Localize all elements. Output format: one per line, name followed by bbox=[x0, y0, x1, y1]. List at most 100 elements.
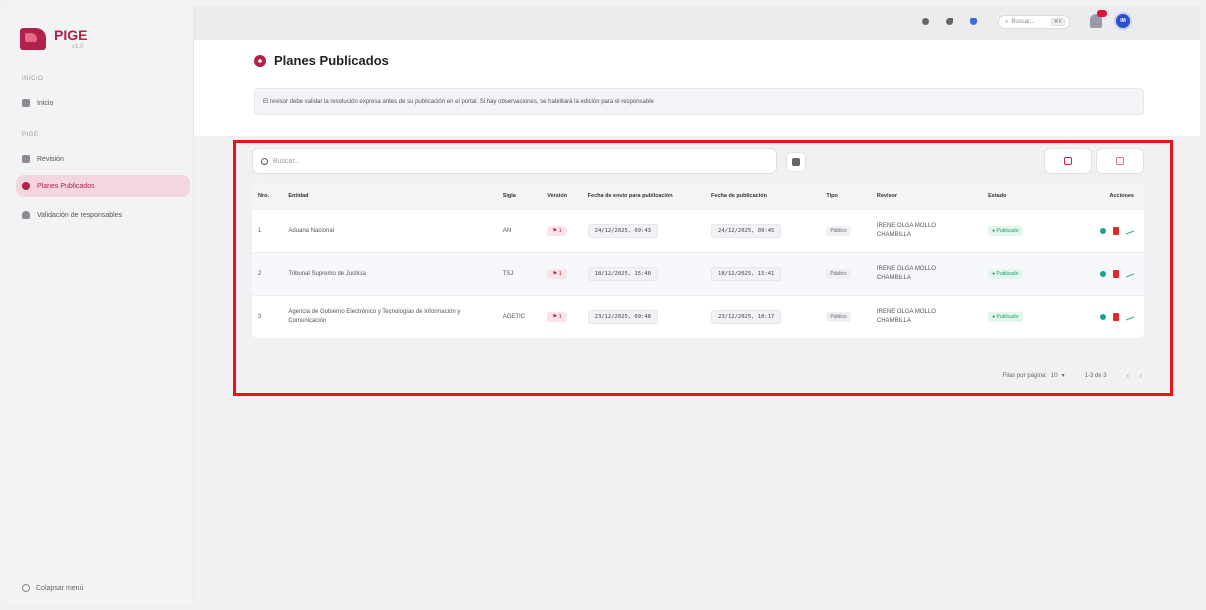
pagination: Filas por página: 10 ▾ 1-3 de 3 ‹ › bbox=[1003, 371, 1142, 380]
moon-icon[interactable] bbox=[946, 18, 953, 25]
view-icon[interactable] bbox=[1100, 227, 1106, 234]
cell-estado: ● Publicado bbox=[982, 295, 1064, 338]
view-icon[interactable] bbox=[1100, 313, 1106, 320]
cell-estado: ● Publicado bbox=[982, 252, 1064, 295]
cell-version: ⚑ 1 bbox=[541, 295, 582, 338]
sun-icon[interactable] bbox=[922, 18, 929, 25]
global-search-input[interactable]: ⌕ Buscar... ⌘K bbox=[998, 15, 1070, 29]
cell-version: ⚑ 1 bbox=[541, 209, 582, 252]
pige-logo-icon bbox=[20, 28, 46, 50]
col-header: Entidad bbox=[282, 183, 497, 209]
excel-icon bbox=[1116, 157, 1124, 165]
date-chip: 23/12/2025, 10:17 bbox=[711, 310, 782, 324]
rows-per-page-label: Filas por página: bbox=[1002, 372, 1047, 379]
search-shortcut: ⌘K bbox=[1050, 18, 1065, 26]
col-header: Versión bbox=[541, 183, 582, 209]
date-chip: 18/12/2025, 15:40 bbox=[587, 267, 658, 281]
cell-envio: 24/12/2025, 09:43 bbox=[581, 209, 706, 252]
date-chip: 24/12/2025, 09:45 bbox=[711, 224, 782, 238]
status-badge: ● Publicado bbox=[988, 312, 1023, 322]
brand-version: v1.0 bbox=[72, 44, 84, 50]
prev-page-icon[interactable]: ‹ bbox=[1127, 371, 1130, 380]
date-chip: 18/12/2025, 15:41 bbox=[711, 267, 782, 281]
status-text: Publicado bbox=[996, 314, 1019, 320]
cell-version: ⚑ 1 bbox=[541, 252, 582, 295]
info-alert: El revisor debe validar la resolución ex… bbox=[254, 88, 1144, 115]
cell-tipo: Público bbox=[820, 209, 871, 252]
cell-acciones bbox=[1063, 295, 1144, 338]
check-circle-icon bbox=[254, 54, 266, 67]
collapse-icon bbox=[22, 584, 30, 592]
next-page-icon[interactable]: › bbox=[1139, 371, 1142, 380]
rows-per-page-select[interactable]: Filas por página: 10 ▾ bbox=[1002, 372, 1065, 380]
col-header: Revisor bbox=[870, 183, 983, 209]
date-chip: 23/12/2025, 09:48 bbox=[587, 310, 658, 324]
version-number: 1 bbox=[558, 271, 562, 277]
pdf-icon[interactable] bbox=[1113, 226, 1119, 235]
user-check-icon bbox=[22, 211, 30, 219]
cell-nro: 3 bbox=[252, 295, 283, 338]
pdf-icon[interactable] bbox=[1113, 312, 1119, 321]
col-header: Sigla bbox=[496, 183, 542, 209]
sidebar-item-revision[interactable]: Revisión bbox=[16, 148, 190, 170]
notifications-bell-icon[interactable] bbox=[1090, 10, 1107, 28]
cell-entidad: Tribunal Supremo de Justicia bbox=[282, 252, 497, 295]
plans-card: Buscar... Nro. Entidad Sigla Versión Fec… bbox=[252, 148, 1146, 396]
header-panel: Planes Publicados El revisor debe valida… bbox=[194, 40, 1200, 136]
table-search-input[interactable]: Buscar... bbox=[252, 148, 777, 174]
table-row: 1 Aduana Nacional AN ⚑ 1 24/12/2025, 09:… bbox=[252, 209, 1144, 252]
topbar: ⌕ Buscar... ⌘K IM bbox=[194, 6, 1200, 40]
cell-nro: 2 bbox=[252, 252, 283, 295]
version-badge: ⚑ 1 bbox=[547, 312, 567, 322]
type-badge: Público bbox=[826, 312, 851, 322]
view-icon[interactable] bbox=[1100, 270, 1106, 277]
check-circle-icon bbox=[22, 182, 30, 190]
section-label-pige: PIGE bbox=[22, 132, 39, 138]
cell-acciones bbox=[1063, 252, 1144, 295]
status-badge: ● Publicado bbox=[988, 269, 1023, 279]
cell-revisor: IRENE OLGA MOLLO CHAMBILLA bbox=[870, 252, 983, 295]
brand-name: PIGE bbox=[54, 27, 88, 43]
search-icon bbox=[261, 157, 268, 165]
export-excel-button[interactable] bbox=[1096, 148, 1144, 174]
version-number: 1 bbox=[558, 228, 562, 234]
table-row: 2 Tribunal Supremo de Justicia TSJ ⚑ 1 1… bbox=[252, 252, 1144, 295]
status-text: Publicado bbox=[996, 271, 1019, 277]
cell-sigla: AN bbox=[496, 209, 542, 252]
table-row: 3 Agencia de Gobierno Electrónico y Tecn… bbox=[252, 295, 1144, 338]
trend-icon[interactable] bbox=[1126, 312, 1134, 321]
cell-estado: ● Publicado bbox=[982, 209, 1064, 252]
trend-icon[interactable] bbox=[1126, 269, 1134, 278]
avatar[interactable]: IM bbox=[1114, 12, 1132, 30]
sidebar-item-validacion[interactable]: Validación de responsables bbox=[16, 204, 190, 226]
notification-badge bbox=[1097, 10, 1107, 17]
pdf-icon[interactable] bbox=[1113, 269, 1119, 278]
sidebar-item-inicio[interactable]: Inicio bbox=[16, 92, 190, 114]
date-chip: 24/12/2025, 09:43 bbox=[587, 224, 658, 238]
status-badge: ● Publicado bbox=[988, 226, 1023, 236]
sidebar-item-planes-publicados[interactable]: Planes Publicados bbox=[16, 175, 190, 197]
cell-entidad: Aduana Nacional bbox=[282, 209, 497, 252]
trend-icon[interactable] bbox=[1126, 226, 1134, 235]
search-icon: ⌕ bbox=[1005, 18, 1009, 25]
cell-publicacion: 18/12/2025, 15:41 bbox=[705, 252, 821, 295]
filter-button[interactable] bbox=[786, 152, 806, 172]
col-header: Fecha de envío para publicación bbox=[581, 183, 706, 209]
document-icon bbox=[22, 155, 30, 163]
export-pdf-button[interactable] bbox=[1044, 148, 1092, 174]
page-title-text: Planes Publicados bbox=[274, 53, 389, 68]
cell-tipo: Público bbox=[820, 252, 871, 295]
cell-sigla: TSJ bbox=[496, 252, 542, 295]
sidebar-item-label: Inicio bbox=[37, 99, 54, 107]
section-label-inicio: INICIO bbox=[22, 76, 44, 82]
pdf-icon bbox=[1064, 157, 1072, 165]
sidebar: PIGE v1.0 INICIO Inicio PIGE Revisión Pl… bbox=[6, 6, 194, 604]
cell-publicacion: 23/12/2025, 10:17 bbox=[705, 295, 821, 338]
home-icon bbox=[22, 99, 30, 107]
caret-down-icon: ▾ bbox=[1061, 373, 1065, 379]
collapse-menu-button[interactable]: Colapsar menú bbox=[22, 584, 83, 592]
cell-publicacion: 24/12/2025, 09:45 bbox=[705, 209, 821, 252]
sidebar-item-label: Revisión bbox=[37, 155, 64, 163]
brand: PIGE v1.0 bbox=[20, 28, 87, 50]
shield-icon[interactable] bbox=[970, 18, 977, 25]
